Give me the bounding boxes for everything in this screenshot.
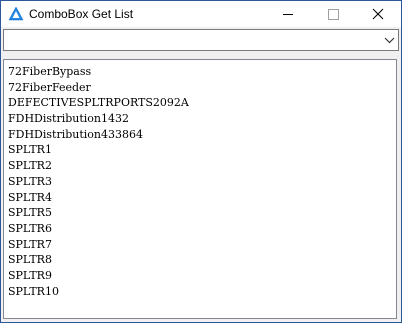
minimize-icon bbox=[283, 14, 293, 15]
list-item[interactable]: SPLTR10 bbox=[8, 284, 396, 300]
close-icon bbox=[372, 8, 384, 20]
list-item[interactable]: SPLTR6 bbox=[8, 221, 396, 237]
app-window: ComboBox Get List 72FiberBypass 72FiberF… bbox=[0, 0, 402, 323]
list-item[interactable]: SPLTR7 bbox=[8, 237, 396, 253]
list-item[interactable]: FDHDistribution1432 bbox=[8, 111, 396, 127]
minimize-button[interactable] bbox=[266, 1, 311, 27]
list-item[interactable]: 72FiberFeeder bbox=[8, 80, 396, 96]
list-item[interactable]: DEFECTIVESPLTRPORTS2092A bbox=[8, 95, 396, 111]
combo-box[interactable] bbox=[3, 29, 399, 51]
list-box[interactable]: 72FiberBypass 72FiberFeeder DEFECTIVESPLTR… bbox=[3, 59, 397, 319]
chevron-down-icon bbox=[384, 37, 395, 44]
maximize-icon bbox=[328, 9, 339, 20]
list-item[interactable]: 72FiberBypass bbox=[8, 64, 396, 80]
app-icon bbox=[8, 6, 24, 22]
window-title: ComboBox Get List bbox=[29, 7, 134, 21]
list-item[interactable]: SPLTR9 bbox=[8, 268, 396, 284]
title-bar[interactable]: ComboBox Get List bbox=[1, 1, 401, 27]
list-item[interactable]: SPLTR2 bbox=[8, 158, 396, 174]
list-item[interactable]: SPLTR4 bbox=[8, 190, 396, 206]
list-item[interactable]: SPLTR1 bbox=[8, 142, 396, 158]
list-item[interactable]: SPLTR3 bbox=[8, 174, 396, 190]
maximize-button[interactable] bbox=[311, 1, 356, 27]
list-item[interactable]: SPLTR8 bbox=[8, 252, 396, 268]
combo-dropdown-button[interactable] bbox=[381, 30, 398, 50]
list-items: 72FiberBypass 72FiberFeeder DEFECTIVESPLTR… bbox=[4, 60, 396, 299]
close-button[interactable] bbox=[356, 1, 401, 27]
list-item[interactable]: FDHDistribution433864 bbox=[8, 127, 396, 143]
list-item[interactable]: SPLTR5 bbox=[8, 205, 396, 221]
client-area: 72FiberBypass 72FiberFeeder DEFECTIVESPLTR… bbox=[1, 27, 401, 322]
